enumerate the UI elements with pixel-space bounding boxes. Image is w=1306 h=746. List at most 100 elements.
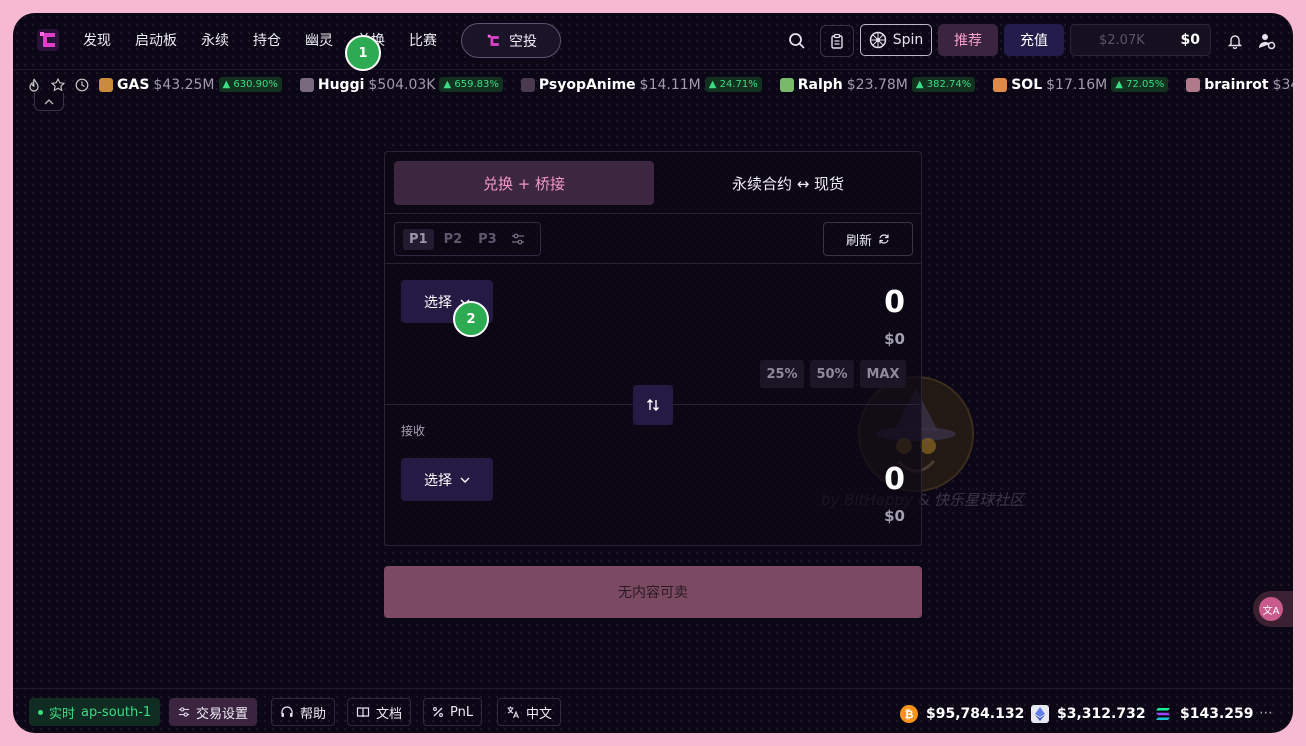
- bell-icon: [1227, 35, 1243, 49]
- top-nav: 发现 启动板 永续 持仓 幽灵 兑换 比赛 空投: [13, 13, 1293, 67]
- translate-button[interactable]: 文A: [1253, 591, 1293, 627]
- step-marker-1: 1: [345, 35, 381, 71]
- token-avatar-icon: [993, 77, 1008, 92]
- preset-selector: P1 P2 P3: [394, 222, 541, 256]
- preset-p1[interactable]: P1: [403, 228, 434, 250]
- nav-ghost[interactable]: 幽灵: [305, 30, 333, 50]
- swap-direction-button[interactable]: [633, 385, 673, 425]
- flame-icon[interactable]: [27, 78, 41, 92]
- refresh-icon: [879, 234, 889, 244]
- nav-competition[interactable]: 比赛: [409, 30, 437, 50]
- tab-perp-spot[interactable]: 永续合约 ↔ 现货: [663, 161, 913, 205]
- ticker-item[interactable]: SOL $17.16M ▲ 72.05%: [993, 76, 1169, 93]
- preset-p2[interactable]: P2: [438, 229, 469, 250]
- btc-price: ₿ $95,784.132: [900, 705, 1024, 723]
- refresh-button[interactable]: 刷新: [823, 222, 913, 256]
- translate-icon: 文A: [1259, 597, 1283, 621]
- deposit-button[interactable]: 充值: [1004, 24, 1064, 56]
- ticker-change-value: 659.83%: [454, 79, 499, 90]
- clipboard-icon: [831, 33, 843, 49]
- token-avatar-icon: [779, 77, 794, 92]
- ticker-market-cap: $504.03K: [368, 76, 436, 93]
- live-dot-icon: [38, 709, 43, 715]
- swap-card: 兑换 + 桥接 永续合约 ↔ 现货 P1 P2 P3 刷新 选择 0 $0 25…: [384, 151, 922, 546]
- ticker-symbol: brainrot: [1204, 76, 1269, 93]
- sol-icon: [1154, 705, 1172, 723]
- search-button[interactable]: [780, 25, 814, 57]
- headset-icon: [281, 706, 293, 717]
- ticker-change-badge: ▲ 382.74%: [911, 77, 976, 92]
- ticker-item[interactable]: brainrot$343.08K▲ 49: [1186, 77, 1293, 93]
- pnl-button[interactable]: PnL: [423, 698, 483, 726]
- docs-button[interactable]: 文档: [347, 698, 412, 726]
- live-status-badge[interactable]: 实时 ap-south-1: [29, 698, 161, 726]
- tab-swap-bridge[interactable]: 兑换 + 桥接: [394, 161, 654, 205]
- receive-select-label: 选择: [424, 472, 452, 489]
- ticker-market-cap: $23.78M: [846, 76, 908, 93]
- search-icon: [789, 33, 805, 49]
- ticker-change-value: 24.71%: [719, 79, 758, 90]
- chevron-up-icon: [44, 98, 54, 104]
- recommend-button[interactable]: 推荐: [938, 24, 998, 56]
- refresh-label: 刷新: [845, 233, 872, 249]
- max-button[interactable]: MAX: [860, 360, 906, 388]
- notifications-button[interactable]: [1218, 25, 1252, 57]
- percent-50-button[interactable]: 50%: [810, 360, 854, 388]
- ticker-item[interactable]: Ralph $23.78M ▲ 382.74%: [779, 76, 976, 93]
- account-button[interactable]: [1250, 25, 1284, 57]
- token-avatar-icon: [299, 77, 314, 92]
- trade-settings-label: 交易设置: [196, 706, 249, 722]
- spin-label: Spin: [892, 32, 924, 48]
- clipboard-button[interactable]: [820, 25, 854, 57]
- percent-25-button[interactable]: 25%: [760, 360, 804, 388]
- token-ticker: GAS $43.25M ▲ 630.90% Huggi $504.03K ▲ 659.83…: [13, 69, 1293, 99]
- ticker-change-value: 72.05%: [1126, 79, 1165, 90]
- app-logo-icon[interactable]: [35, 27, 61, 53]
- ticker-change-value: 382.74%: [926, 79, 972, 90]
- ticker-change-badge: ▲ 24.71%: [704, 77, 762, 92]
- help-label: 帮助: [300, 706, 327, 722]
- pnl-label: PnL: [450, 704, 474, 720]
- swap-arrows-icon: [647, 399, 659, 411]
- app-window: 发现 启动板 永续 持仓 幽灵 兑换 比赛 空投: [13, 13, 1293, 733]
- clock-icon[interactable]: [75, 78, 89, 92]
- ticker-item[interactable]: PsyopAnime $14.11M ▲ 24.71%: [520, 77, 762, 93]
- receive-token-select[interactable]: 选择: [401, 458, 493, 501]
- token-avatar-icon: [99, 77, 113, 92]
- pay-select-label: 选择: [424, 294, 452, 311]
- language-label: 中文: [526, 706, 553, 722]
- ticker-filters: [27, 77, 89, 92]
- pay-amount[interactable]: 0: [884, 285, 905, 320]
- sliders-icon[interactable]: [511, 232, 525, 246]
- ticker-symbol: SOL: [1011, 76, 1043, 93]
- airdrop-button[interactable]: 空投: [461, 23, 561, 58]
- ticker-market-cap: $17.16M: [1046, 76, 1108, 93]
- nav-perpetual[interactable]: 永续: [201, 30, 229, 50]
- ticker-symbol: GAS: [117, 76, 150, 93]
- wallet-balance-box[interactable]: $2.07K $0: [1070, 24, 1211, 56]
- help-button[interactable]: 帮助: [271, 698, 336, 726]
- docs-label: 文档: [376, 706, 403, 722]
- nav-links: 发现 启动板 永续 持仓 幽灵 兑换 比赛: [83, 13, 461, 67]
- nav-launchpad[interactable]: 启动板: [135, 30, 177, 50]
- receive-label: 接收: [401, 424, 426, 438]
- collapse-ticker-button[interactable]: [34, 93, 64, 111]
- language-button[interactable]: 中文: [497, 698, 562, 726]
- live-label: 实时: [49, 706, 76, 722]
- submit-sell-button[interactable]: 无内容可卖: [384, 566, 922, 618]
- more-options-icon[interactable]: ⋯: [1259, 705, 1273, 721]
- star-icon[interactable]: [51, 77, 65, 92]
- nav-holdings[interactable]: 持仓: [253, 30, 281, 50]
- ticker-item[interactable]: Huggi $504.03K ▲ 659.83%: [299, 76, 503, 93]
- ticker-market-cap: $43.25M: [153, 76, 215, 93]
- preset-p3[interactable]: P3: [472, 229, 503, 250]
- ticker-item[interactable]: GAS $43.25M ▲ 630.90%: [99, 77, 282, 93]
- spin-button[interactable]: Spin: [860, 24, 932, 56]
- sol-price: $143.259: [1154, 705, 1254, 723]
- ticker-change-badge: ▲ 630.90%: [218, 77, 282, 92]
- trade-settings-button[interactable]: 交易设置: [169, 698, 258, 726]
- ticker-symbol: Ralph: [797, 76, 843, 93]
- airdrop-logo-icon: [487, 34, 499, 46]
- btc-price-value: $95,784.132: [926, 706, 1025, 722]
- nav-discover[interactable]: 发现: [83, 30, 111, 50]
